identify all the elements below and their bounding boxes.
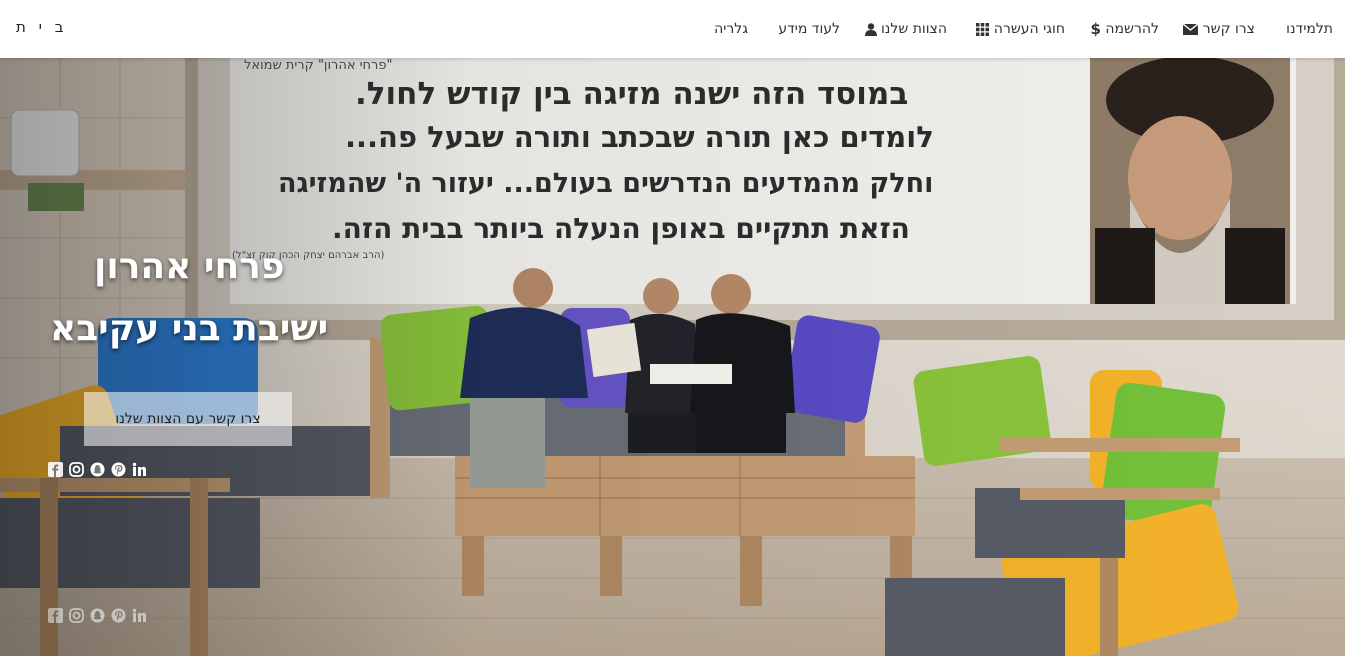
nav-item-more-info[interactable]: לעוד מידע: [778, 19, 840, 39]
linkedin-icon[interactable]: [132, 462, 147, 477]
nav-item-gallery[interactable]: גלריה: [714, 19, 748, 39]
nav-item-contact[interactable]: צרו קשר: [1180, 19, 1255, 39]
hero-section: "פרחי אהרון" קרית שמואל במוסד הזה ישנה מ…: [0, 58, 1345, 656]
envelope-icon: [1183, 23, 1199, 35]
nav-item-students[interactable]: תלמידנו: [1286, 19, 1333, 39]
banner-header-small: "פרחי אהרון" קרית שמואל: [244, 58, 393, 73]
nav-label-students: תלמידנו: [1286, 21, 1333, 37]
top-navbar: ב י ת תלמידנו צרו קשר להרשמה $ חוגי העשר…: [0, 0, 1345, 58]
pinterest-icon[interactable]: [111, 608, 126, 623]
nav-item-staff[interactable]: הצוות שלנו: [862, 19, 947, 39]
hero-title-line2: ישיבת בני עקיבא: [50, 308, 329, 349]
banner-line-1: במוסד הזה ישנה מזיגה בין קודש לחול.: [355, 76, 909, 112]
nav-label-contact: צרו קשר: [1202, 21, 1255, 37]
contact-staff-button[interactable]: צרו קשר עם הצוות שלנו: [84, 392, 292, 446]
nav-label-gallery: גלריה: [714, 21, 748, 37]
snapchat-icon[interactable]: [90, 462, 105, 477]
instagram-icon[interactable]: [69, 462, 84, 477]
nav-label-staff: הצוות שלנו: [880, 21, 947, 37]
banner-line-3: וחלק מהמדעים הנדרשים בעולם... יעזור ה' ש…: [278, 168, 934, 199]
nav-item-enrichment[interactable]: חוגי העשרה: [973, 19, 1065, 39]
nav-label-register: להרשמה: [1105, 21, 1159, 37]
snapchat-icon[interactable]: [90, 608, 105, 623]
brand-logo[interactable]: ב י ת: [16, 18, 67, 36]
nav-item-register[interactable]: להרשמה $: [1088, 19, 1159, 39]
nav-label-enrichment: חוגי העשרה: [993, 21, 1065, 37]
hero-title-line1: פרחי אהרון: [94, 246, 285, 287]
pinterest-icon[interactable]: [111, 462, 126, 477]
facebook-icon[interactable]: [48, 608, 63, 623]
social-links-upper: [48, 462, 147, 477]
social-links-lower: [48, 608, 147, 623]
banner-line-2: לומדים כאן תורה שבכתב ותורה שבעל פה...: [345, 120, 934, 154]
nav-label-more-info: לעוד מידע: [778, 21, 840, 37]
grid-icon: [976, 22, 990, 36]
instagram-icon[interactable]: [69, 608, 84, 623]
banner-line-4: הזאת תתקיים באופן הנעלה ביותר בבית הזה.: [332, 212, 910, 245]
dollar-icon: $: [1090, 20, 1101, 38]
user-icon: [864, 22, 877, 36]
facebook-icon[interactable]: [48, 462, 63, 477]
linkedin-icon[interactable]: [132, 608, 147, 623]
